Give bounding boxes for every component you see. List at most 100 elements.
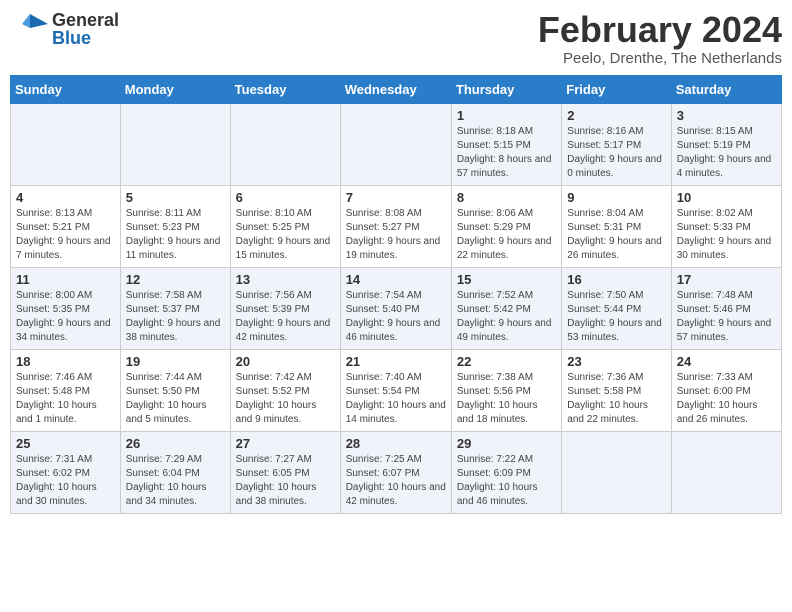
calendar-week-row: 1Sunrise: 8:18 AM Sunset: 5:15 PM Daylig…: [11, 103, 782, 185]
day-info: Sunrise: 7:40 AM Sunset: 5:54 PM Dayligh…: [346, 371, 446, 427]
day-number: 9: [567, 190, 665, 205]
table-row: 4Sunrise: 8:13 AM Sunset: 5:21 PM Daylig…: [11, 185, 121, 267]
day-info: Sunrise: 8:08 AM Sunset: 5:27 PM Dayligh…: [346, 207, 446, 263]
day-info: Sunrise: 7:54 AM Sunset: 5:40 PM Dayligh…: [346, 289, 446, 345]
day-info: Sunrise: 7:25 AM Sunset: 6:07 PM Dayligh…: [346, 453, 446, 509]
table-row: 1Sunrise: 8:18 AM Sunset: 5:15 PM Daylig…: [451, 103, 561, 185]
day-info: Sunrise: 7:27 AM Sunset: 6:05 PM Dayligh…: [236, 453, 335, 509]
day-info: Sunrise: 8:06 AM Sunset: 5:29 PM Dayligh…: [457, 207, 556, 263]
table-row: 21 Sunrise: 7:40 AM Sunset: 5:54 PM Dayli…: [340, 349, 451, 431]
day-info: Sunrise: 7:38 AM Sunset: 5:56 PM Dayligh…: [457, 371, 556, 427]
table-row: 23 Sunrise: 7:36 AM Sunset: 5:58 PM Dayli…: [562, 349, 671, 431]
logo-bird-icon: [10, 10, 48, 48]
day-info: Sunrise: 8:15 AM Sunset: 5:19 PM Dayligh…: [677, 125, 776, 181]
table-row: 8 Sunrise: 8:06 AM Sunset: 5:29 PM Daylig…: [451, 185, 561, 267]
col-saturday: Saturday: [671, 75, 781, 103]
day-info: Sunrise: 7:42 AM Sunset: 5:52 PM Dayligh…: [236, 371, 335, 427]
table-row: [120, 103, 230, 185]
col-wednesday: Wednesday: [340, 75, 451, 103]
calendar-header-row: Sunday Monday Tuesday Wednesday Thursday…: [11, 75, 782, 103]
col-tuesday: Tuesday: [230, 75, 340, 103]
day-info: Sunrise: 7:58 AM Sunset: 5:37 PM Dayligh…: [126, 289, 225, 345]
table-row: 20 Sunrise: 7:42 AM Sunset: 5:52 PM Dayli…: [230, 349, 340, 431]
day-number: 21: [346, 354, 446, 369]
table-row: 9Sunrise: 8:04 AM Sunset: 5:31 PM Daylig…: [562, 185, 671, 267]
table-row: 12 Sunrise: 7:58 AM Sunset: 5:37 PM Dayli…: [120, 267, 230, 349]
page-container: General Blue February 2024 Peelo, Drenth…: [0, 0, 792, 524]
day-number: 27: [236, 436, 335, 451]
day-info: Sunrise: 7:36 AM Sunset: 5:58 PM Dayligh…: [567, 371, 665, 427]
table-row: 11 Sunrise: 8:00 AM Sunset: 5:35 PM Dayli…: [11, 267, 121, 349]
day-number: 12: [126, 272, 225, 287]
col-sunday: Sunday: [11, 75, 121, 103]
day-info: Sunrise: 7:22 AM Sunset: 6:09 PM Dayligh…: [457, 453, 556, 509]
day-number: 23: [567, 354, 665, 369]
table-row: 27 Sunrise: 7:27 AM Sunset: 6:05 PM Dayli…: [230, 431, 340, 513]
table-row: [671, 431, 781, 513]
table-row: 24 Sunrise: 7:33 AM Sunset: 6:00 PM Dayli…: [671, 349, 781, 431]
table-row: 2 Sunrise: 8:16 AM Sunset: 5:17 PM Daylig…: [562, 103, 671, 185]
day-info: Sunrise: 7:52 AM Sunset: 5:42 PM Dayligh…: [457, 289, 556, 345]
day-info: Sunrise: 7:44 AM Sunset: 5:50 PM Dayligh…: [126, 371, 225, 427]
day-number: 19: [126, 354, 225, 369]
day-number: 28: [346, 436, 446, 451]
location-subtitle: Peelo, Drenthe, The Netherlands: [538, 50, 782, 67]
day-info: Sunrise: 8:11 AM Sunset: 5:23 PM Dayligh…: [126, 207, 225, 263]
day-number: 6: [236, 190, 335, 205]
day-info: Sunrise: 8:16 AM Sunset: 5:17 PM Dayligh…: [567, 125, 665, 181]
day-info: Sunrise: 7:48 AM Sunset: 5:46 PM Dayligh…: [677, 289, 776, 345]
table-row: 18Sunrise: 7:46 AM Sunset: 5:48 PM Dayli…: [11, 349, 121, 431]
table-row: 3 Sunrise: 8:15 AM Sunset: 5:19 PM Daylig…: [671, 103, 781, 185]
table-row: 5 Sunrise: 8:11 AM Sunset: 5:23 PM Daylig…: [120, 185, 230, 267]
calendar-week-row: 4Sunrise: 8:13 AM Sunset: 5:21 PM Daylig…: [11, 185, 782, 267]
day-info: Sunrise: 8:00 AM Sunset: 5:35 PM Dayligh…: [16, 289, 115, 345]
day-info: Sunrise: 7:33 AM Sunset: 6:00 PM Dayligh…: [677, 371, 776, 427]
day-info: Sunrise: 8:10 AM Sunset: 5:25 PM Dayligh…: [236, 207, 335, 263]
header: General Blue February 2024 Peelo, Drenth…: [10, 10, 782, 67]
table-row: 13 Sunrise: 7:56 AM Sunset: 5:39 PM Dayli…: [230, 267, 340, 349]
calendar-week-row: 11 Sunrise: 8:00 AM Sunset: 5:35 PM Dayli…: [11, 267, 782, 349]
table-row: 15 Sunrise: 7:52 AM Sunset: 5:42 PM Dayli…: [451, 267, 561, 349]
logo-general-text: General: [52, 11, 119, 29]
day-number: 11: [16, 272, 115, 287]
logo: General Blue: [10, 10, 119, 48]
table-row: 19 Sunrise: 7:44 AM Sunset: 5:50 PM Dayli…: [120, 349, 230, 431]
calendar-table: Sunday Monday Tuesday Wednesday Thursday…: [10, 75, 782, 514]
day-number: 5: [126, 190, 225, 205]
table-row: 6 Sunrise: 8:10 AM Sunset: 5:25 PM Daylig…: [230, 185, 340, 267]
day-number: 13: [236, 272, 335, 287]
table-row: 29 Sunrise: 7:22 AM Sunset: 6:09 PM Dayli…: [451, 431, 561, 513]
table-row: 10Sunrise: 8:02 AM Sunset: 5:33 PM Dayli…: [671, 185, 781, 267]
col-friday: Friday: [562, 75, 671, 103]
table-row: [340, 103, 451, 185]
table-row: 17 Sunrise: 7:48 AM Sunset: 5:46 PM Dayli…: [671, 267, 781, 349]
day-info: Sunrise: 8:13 AM Sunset: 5:21 PM Dayligh…: [16, 207, 115, 263]
day-number: 18: [16, 354, 115, 369]
table-row: 7 Sunrise: 8:08 AM Sunset: 5:27 PM Daylig…: [340, 185, 451, 267]
day-number: 24: [677, 354, 776, 369]
logo-blue-text: Blue: [52, 29, 119, 47]
table-row: 22 Sunrise: 7:38 AM Sunset: 5:56 PM Dayli…: [451, 349, 561, 431]
day-number: 22: [457, 354, 556, 369]
month-year-title: February 2024: [538, 10, 782, 50]
day-number: 17: [677, 272, 776, 287]
day-number: 16: [567, 272, 665, 287]
day-number: 15: [457, 272, 556, 287]
day-number: 20: [236, 354, 335, 369]
day-number: 10: [677, 190, 776, 205]
col-monday: Monday: [120, 75, 230, 103]
table-row: [230, 103, 340, 185]
day-number: 29: [457, 436, 556, 451]
day-number: 7: [346, 190, 446, 205]
day-number: 8: [457, 190, 556, 205]
col-thursday: Thursday: [451, 75, 561, 103]
table-row: [11, 103, 121, 185]
day-number: 1: [457, 108, 556, 123]
day-number: 2: [567, 108, 665, 123]
table-row: 14Sunrise: 7:54 AM Sunset: 5:40 PM Dayli…: [340, 267, 451, 349]
day-info: Sunrise: 7:56 AM Sunset: 5:39 PM Dayligh…: [236, 289, 335, 345]
calendar-week-row: 25Sunrise: 7:31 AM Sunset: 6:02 PM Dayli…: [11, 431, 782, 513]
day-number: 25: [16, 436, 115, 451]
title-section: February 2024 Peelo, Drenthe, The Nether…: [538, 10, 782, 67]
day-number: 3: [677, 108, 776, 123]
